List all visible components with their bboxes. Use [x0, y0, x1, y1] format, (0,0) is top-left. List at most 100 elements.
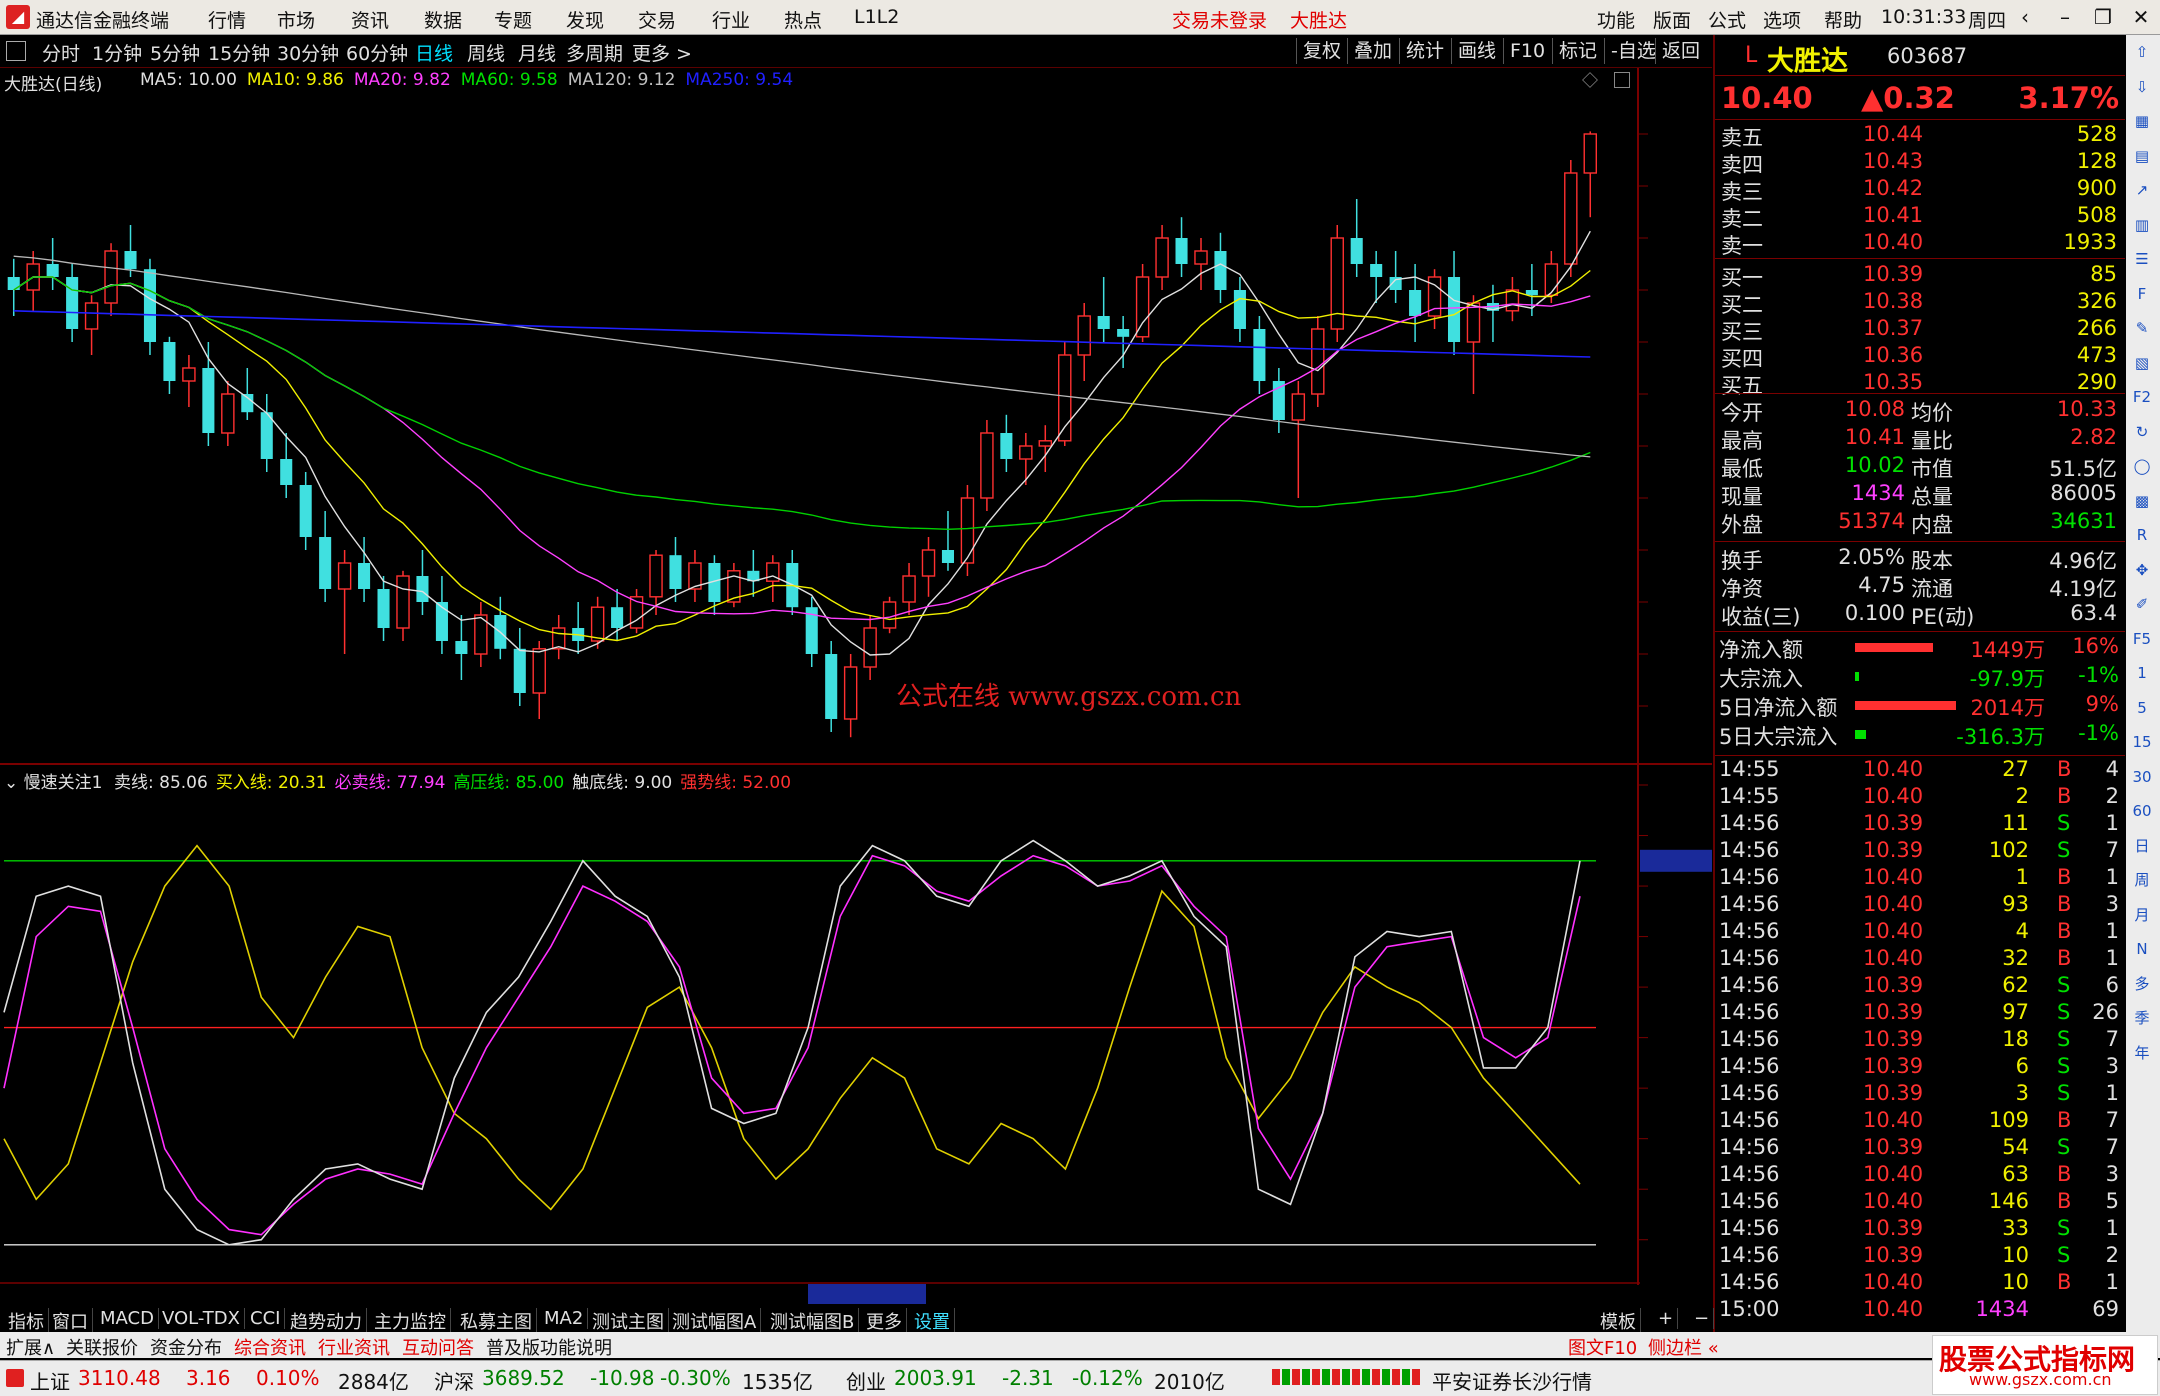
indicator-tab-right-2[interactable]: − — [1690, 1308, 1715, 1329]
side-icon-26[interactable]: N — [2129, 936, 2155, 962]
info-tab-f10[interactable]: 图文F10 — [1568, 1334, 1637, 1360]
side-icon-12[interactable]: ◯ — [2129, 453, 2155, 479]
right-menu-4[interactable]: 帮助 — [1824, 6, 1862, 33]
period-10[interactable]: 更多 > — [632, 39, 692, 66]
side-icon-15[interactable]: ✥ — [2129, 557, 2155, 583]
menu-7[interactable]: 行业 — [712, 6, 750, 33]
tick-list[interactable]: 14:55 10.40 27 B 4 14:55 10.40 2 B 2 14:56 10.39 11 S… — [1715, 755, 2125, 1321]
chevron-down-icon[interactable]: ⌄ — [4, 773, 18, 793]
period-6[interactable]: 日线 — [415, 39, 453, 66]
tool-button-1[interactable]: 叠加 — [1347, 38, 1398, 64]
side-icon-17[interactable]: F5 — [2129, 626, 2155, 652]
tool-button-6[interactable]: -自选 — [1604, 38, 1662, 64]
period-9[interactable]: 多周期 — [566, 39, 623, 66]
side-icon-27[interactable]: 多 — [2129, 971, 2155, 997]
indicator-tab-6[interactable]: 主力监控 — [370, 1308, 451, 1334]
close-icon[interactable]: ✕ — [2126, 4, 2156, 30]
right-menu-3[interactable]: 选项 — [1763, 6, 1801, 33]
indicator-tab-12[interactable]: 更多 — [862, 1308, 907, 1334]
sidebar-toggle[interactable]: 侧边栏 « — [1648, 1334, 1719, 1360]
side-icon-5[interactable]: ▥ — [2129, 212, 2155, 238]
tool-button-3[interactable]: 画线 — [1451, 38, 1502, 64]
menu-1[interactable]: 市场 — [277, 6, 315, 33]
indicator-tab-9[interactable]: 测试主图 — [588, 1308, 669, 1334]
side-icon-22[interactable]: 60 — [2129, 798, 2155, 824]
indicator-tab-3[interactable]: VOL-TDX — [158, 1308, 245, 1329]
main-chart[interactable]: 大胜达(日线) MA5: 10.00 MA10: 9.86 MA20: 9.82 MA… — [0, 68, 1712, 765]
tool-button-5[interactable]: 标记 — [1552, 38, 1603, 64]
tool-button-2[interactable]: 统计 — [1399, 38, 1450, 64]
tool-button-0[interactable]: 复权 — [1296, 38, 1347, 64]
side-icon-16[interactable]: ✐ — [2129, 591, 2155, 617]
period-0[interactable]: 分时 — [42, 39, 80, 66]
side-icon-24[interactable]: 周 — [2129, 867, 2155, 893]
side-icon-25[interactable]: 月 — [2129, 902, 2155, 928]
info-tab-2[interactable]: 资金分布 — [150, 1334, 222, 1360]
side-icon-7[interactable]: F — [2129, 281, 2155, 307]
menu-2[interactable]: 资讯 — [351, 6, 389, 33]
side-icon-0[interactable]: ⇧ — [2129, 39, 2155, 65]
info-tab-1[interactable]: 关联报价 — [66, 1334, 138, 1360]
right-menu-1[interactable]: 版面 — [1653, 6, 1691, 33]
info-tab-0[interactable]: 扩展∧ — [6, 1334, 55, 1360]
side-icon-10[interactable]: F2 — [2129, 384, 2155, 410]
candlestick-chart[interactable] — [0, 68, 1712, 765]
info-tab-3[interactable]: 综合资讯 — [234, 1334, 306, 1360]
back-icon[interactable]: ‹ — [2010, 4, 2040, 30]
side-icon-4[interactable]: ↗ — [2129, 177, 2155, 203]
window-toggle-icon[interactable] — [6, 41, 26, 61]
menu-5[interactable]: 发现 — [566, 6, 604, 33]
indicator-tab-11[interactable]: 测试幅图B — [766, 1308, 860, 1334]
indicator-tab-0[interactable]: 指标 — [4, 1308, 49, 1334]
indicator-tab-5[interactable]: 趋势动力 — [286, 1308, 367, 1334]
side-icon-1[interactable]: ⇩ — [2129, 74, 2155, 100]
side-icon-19[interactable]: 5 — [2129, 695, 2155, 721]
menu-8[interactable]: 热点 — [784, 6, 822, 33]
side-icon-13[interactable]: ▩ — [2129, 488, 2155, 514]
period-7[interactable]: 周线 — [467, 39, 505, 66]
side-icon-21[interactable]: 30 — [2129, 764, 2155, 790]
right-menu-0[interactable]: 功能 — [1597, 6, 1635, 33]
side-icon-8[interactable]: ✎ — [2129, 315, 2155, 341]
period-4[interactable]: 30分钟 — [277, 39, 339, 66]
side-icon-20[interactable]: 15 — [2129, 729, 2155, 755]
info-tab-6[interactable]: 普及版功能说明 — [486, 1334, 612, 1360]
right-menu-2[interactable]: 公式 — [1708, 6, 1746, 33]
menu-6[interactable]: 交易 — [638, 6, 676, 33]
period-2[interactable]: 5分钟 — [150, 39, 200, 66]
indicator-tab-2[interactable]: MACD — [96, 1308, 159, 1329]
indicator-tab-7[interactable]: 私募主图 — [456, 1308, 537, 1334]
period-8[interactable]: 月线 — [518, 39, 556, 66]
indicator-tab-10[interactable]: 测试幅图A — [668, 1308, 762, 1334]
side-icon-3[interactable]: ▤ — [2129, 143, 2155, 169]
indicator-tab-right-0[interactable]: 模板 — [1596, 1308, 1641, 1334]
indicator-tab-right-1[interactable]: + — [1654, 1308, 1679, 1329]
menu-0[interactable]: 行情 — [208, 6, 246, 33]
side-icon-28[interactable]: 季 — [2129, 1005, 2155, 1031]
period-5[interactable]: 60分钟 — [346, 39, 408, 66]
menu-9[interactable]: L1L2 — [854, 6, 899, 28]
side-icon-29[interactable]: 年 — [2129, 1040, 2155, 1066]
tool-button-7[interactable]: 返回 — [1655, 38, 1706, 64]
indicator-tab-8[interactable]: MA2 — [540, 1308, 589, 1329]
info-tab-5[interactable]: 互动问答 — [402, 1334, 474, 1360]
side-icon-11[interactable]: ↻ — [2129, 419, 2155, 445]
login-status[interactable]: 交易未登录 — [1172, 6, 1267, 33]
period-1[interactable]: 1分钟 — [92, 39, 142, 66]
side-icon-6[interactable]: ☰ — [2129, 246, 2155, 272]
tool-button-4[interactable]: F10 — [1503, 38, 1551, 64]
minimize-icon[interactable]: – — [2050, 4, 2080, 30]
indicator-tab-4[interactable]: CCI — [246, 1308, 286, 1329]
period-3[interactable]: 15分钟 — [208, 39, 270, 66]
side-icon-9[interactable]: ▧ — [2129, 350, 2155, 376]
menu-4[interactable]: 专题 — [494, 6, 532, 33]
side-icon-23[interactable]: 日 — [2129, 833, 2155, 859]
indicator-tab-13[interactable]: 设置 — [910, 1308, 955, 1334]
indicator-tab-1[interactable]: 窗口 — [48, 1308, 93, 1334]
info-tab-4[interactable]: 行业资讯 — [318, 1334, 390, 1360]
side-icon-2[interactable]: ▦ — [2129, 108, 2155, 134]
indicator-lines[interactable] — [0, 765, 1712, 1307]
menu-3[interactable]: 数据 — [424, 6, 462, 33]
side-icon-14[interactable]: R — [2129, 522, 2155, 548]
side-icon-18[interactable]: 1 — [2129, 660, 2155, 686]
